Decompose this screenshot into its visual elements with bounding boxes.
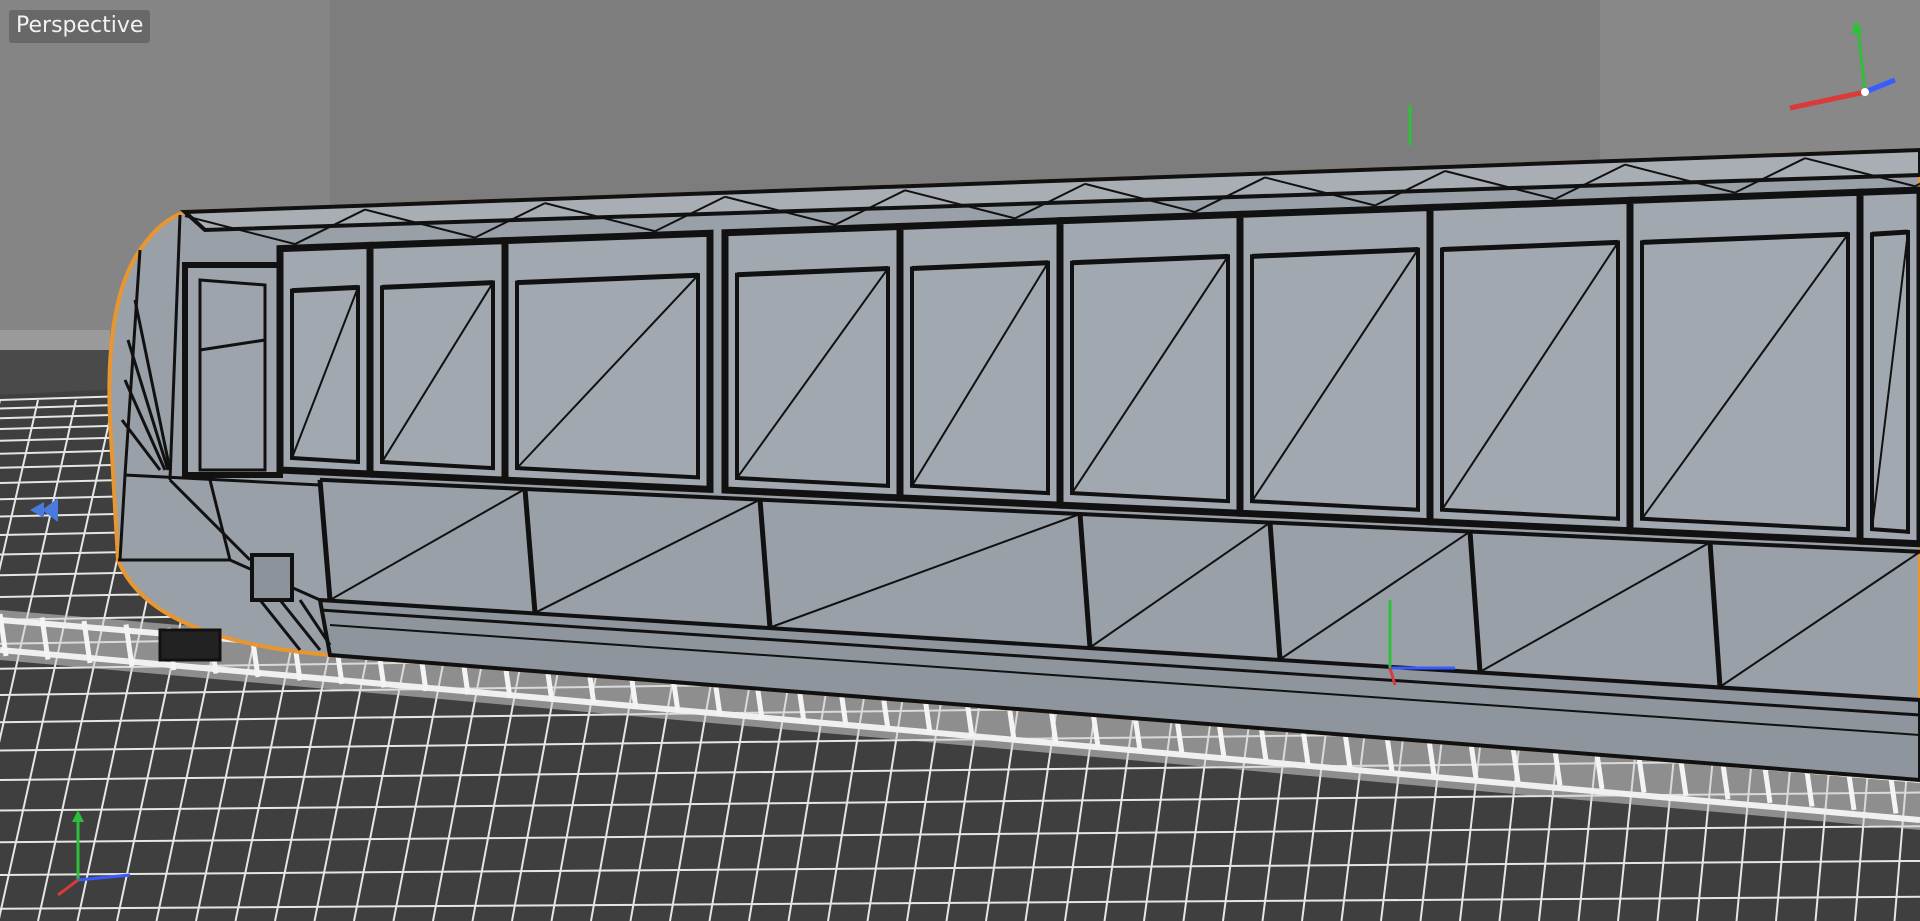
viewport-label[interactable]: Perspective: [9, 10, 151, 43]
train-window-transom: [291, 284, 359, 294]
3d-viewport[interactable]: Perspective: [0, 0, 1920, 921]
viewport-scene[interactable]: [0, 0, 1920, 921]
train-window: [501, 229, 714, 494]
train-window: [366, 236, 509, 484]
wall-base: [0, 350, 110, 395]
wall-ledge: [0, 330, 110, 350]
train-window: [1856, 186, 1920, 548]
train-window-transom: [1871, 229, 1909, 237]
